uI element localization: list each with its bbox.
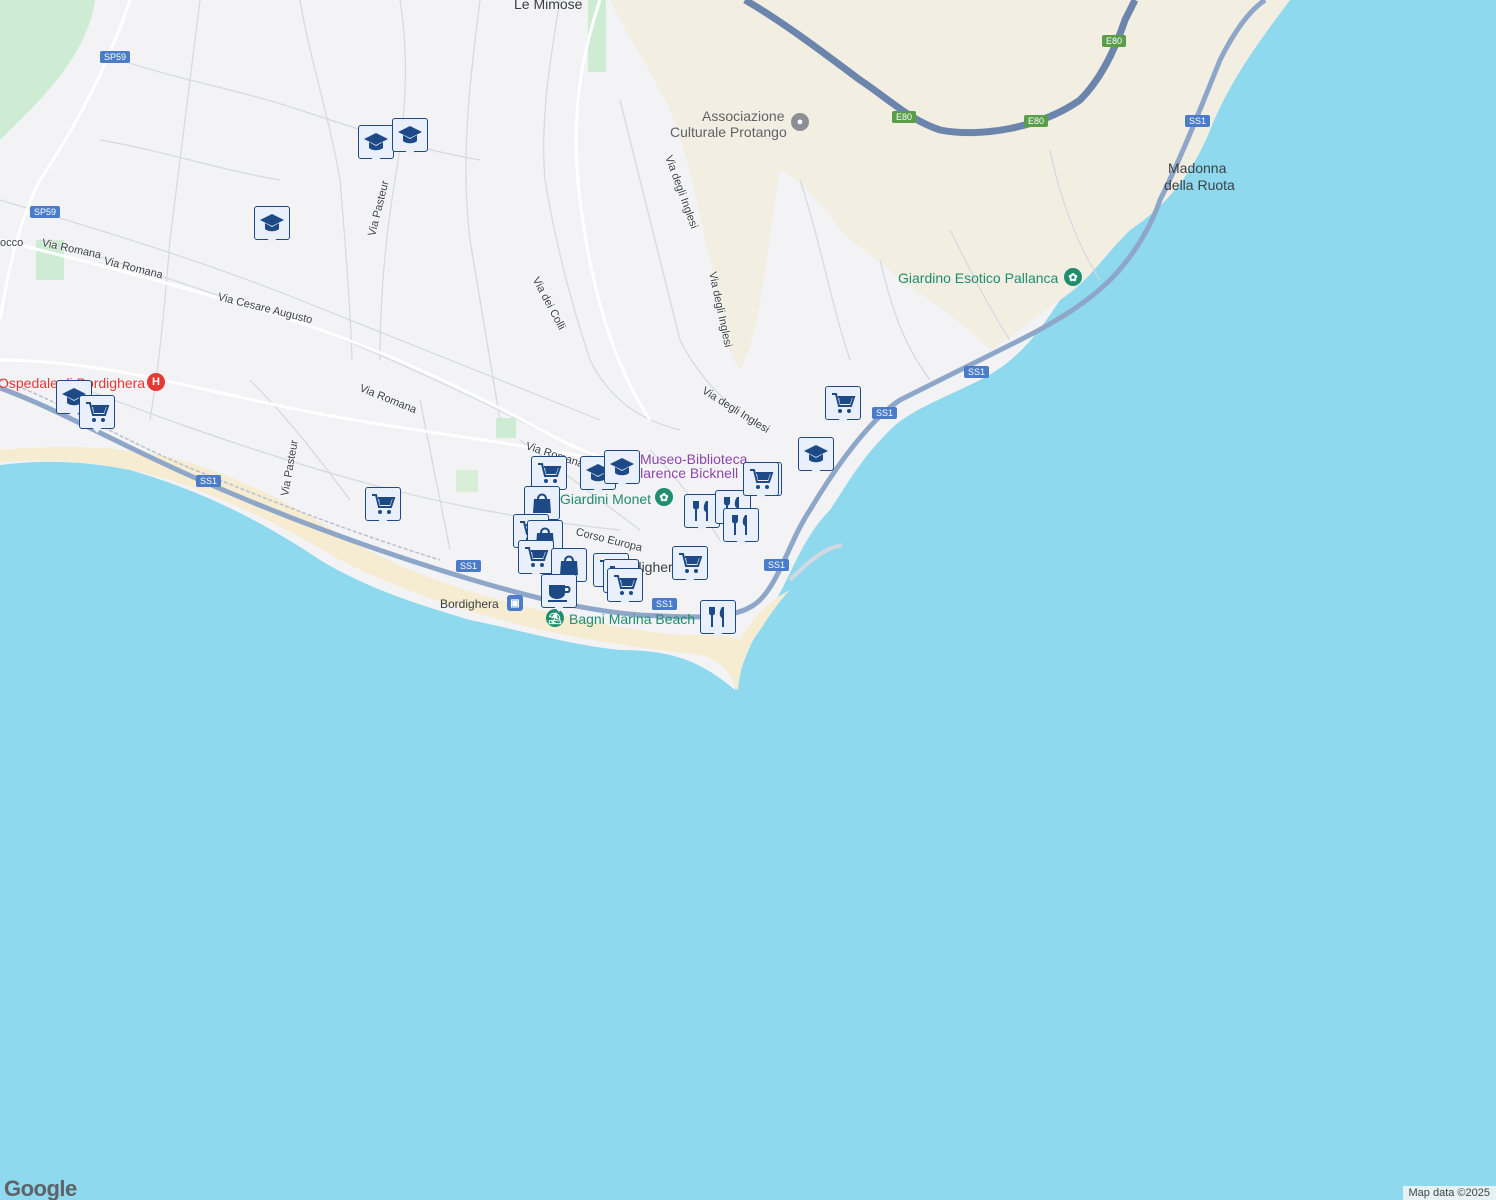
road-shield-ss1: SS1 — [1185, 115, 1211, 127]
marker-pointer — [711, 630, 725, 638]
cart-marker[interactable] — [365, 487, 401, 525]
school-icon — [358, 125, 394, 159]
road-shield-ss1: SS1 — [456, 560, 482, 572]
place-label-madonna-della-ruota: della Ruota — [1164, 177, 1235, 193]
road-shield-e80: E80 — [1102, 35, 1127, 47]
school-icon — [604, 450, 640, 484]
marker-pointer — [809, 467, 823, 475]
map-attribution[interactable]: Map data ©2025 — [1402, 1186, 1496, 1200]
cart-marker[interactable] — [607, 568, 643, 606]
marker-pointer — [695, 524, 709, 532]
road-shield-ss1: SS1 — [872, 407, 898, 419]
road-shield-e80: E80 — [892, 111, 917, 123]
cart-icon — [365, 487, 401, 521]
cart-marker[interactable] — [672, 546, 708, 584]
cart-icon — [79, 395, 115, 429]
school-marker[interactable] — [392, 118, 428, 156]
road-shield-ss1: SS1 — [964, 366, 990, 378]
marker-pointer — [552, 604, 566, 612]
place-label-le-mimose: Le Mimose — [514, 0, 583, 12]
marker-pointer — [403, 148, 417, 156]
google-logo[interactable]: Google — [4, 1176, 77, 1200]
restaurant-marker[interactable] — [723, 508, 759, 546]
school-marker[interactable] — [254, 206, 290, 244]
cart-marker[interactable] — [825, 386, 861, 424]
marker-pointer — [683, 576, 697, 584]
road-shield-sp59: SP59 — [100, 51, 131, 63]
road-shield-ss1: SS1 — [196, 475, 222, 487]
road-shield-e80: E80 — [1024, 115, 1049, 127]
marker-pointer — [591, 486, 605, 494]
school-icon — [798, 437, 834, 471]
marker-pointer — [618, 598, 632, 606]
train-station-icon[interactable]: ▣ — [507, 595, 523, 611]
marker-pointer — [376, 517, 390, 525]
street-label: occo — [0, 237, 24, 249]
poi-label-associazione: Associazione — [702, 108, 785, 124]
cart-marker[interactable] — [531, 456, 567, 494]
poi-label-clarence-bicknell[interactable]: Clarence Bicknell — [630, 465, 738, 481]
cart-icon — [672, 546, 708, 580]
marker-pointer — [754, 492, 768, 500]
restaurant-marker[interactable] — [700, 600, 736, 638]
garden-icon[interactable]: ✿ — [655, 488, 673, 506]
coffee-marker[interactable] — [541, 574, 577, 612]
restaurant-icon — [700, 600, 736, 634]
road-shield-ss1: SS1 — [652, 598, 678, 610]
pin-icon[interactable]: ● — [791, 113, 809, 131]
cart-marker[interactable] — [79, 395, 115, 433]
poi-label-giardino[interactable]: Giardino Esotico Pallanca — [898, 270, 1058, 286]
school-marker[interactable] — [798, 437, 834, 475]
cart-icon — [743, 462, 779, 496]
marker-pointer — [265, 236, 279, 244]
poi-label-culturale-protango: Culturale Protango — [670, 124, 787, 140]
marker-pointer — [836, 416, 850, 424]
school-icon — [254, 206, 290, 240]
map-canvas[interactable]: Le Mimose Madonna della Ruota Bordighera… — [0, 0, 1496, 1200]
poi-label-bagni-marina[interactable]: Bagni Marina Beach — [569, 611, 695, 627]
cart-marker[interactable] — [743, 462, 779, 500]
school-icon — [392, 118, 428, 152]
coffee-icon — [541, 574, 577, 608]
marker-pointer — [615, 480, 629, 488]
poi-label-station[interactable]: Bordighera — [440, 596, 499, 612]
cart-icon — [607, 568, 643, 602]
cart-icon — [531, 456, 567, 490]
marker-pointer — [369, 155, 383, 163]
school-marker[interactable] — [358, 125, 394, 163]
cart-icon — [518, 540, 554, 574]
place-label-madonna: Madonna — [1168, 160, 1227, 176]
marker-pointer — [734, 538, 748, 546]
map-base-layer — [0, 0, 1290, 690]
marker-pointer — [90, 425, 104, 433]
restaurant-icon — [723, 508, 759, 542]
road-shield-sp59: SP59 — [30, 206, 61, 218]
garden-icon[interactable]: ✿ — [1064, 268, 1082, 286]
road-shield-ss1: SS1 — [764, 559, 790, 571]
school-marker[interactable] — [604, 450, 640, 488]
hospital-icon[interactable]: H — [147, 373, 165, 391]
poi-label-giardini-monet[interactable]: Giardini Monet — [560, 491, 651, 507]
cart-marker[interactable] — [518, 540, 554, 578]
cart-icon — [825, 386, 861, 420]
